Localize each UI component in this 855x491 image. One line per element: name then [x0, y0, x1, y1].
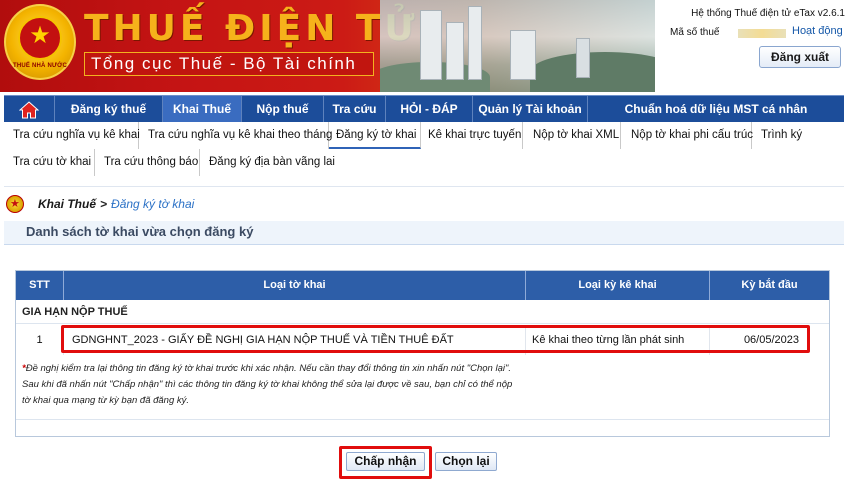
subnav-register-form[interactable]: Đăng ký tờ khai — [329, 122, 421, 149]
note-line-1: Đề nghị kiểm tra lại thông tin đăng ký t… — [25, 363, 511, 374]
tax-code-redacted — [738, 29, 786, 38]
selected-forms-table: STT Loại tờ khai Loại kỳ kê khai Kỳ bắt … — [15, 270, 830, 437]
nav-tax-registration[interactable]: Đăng ký thuế — [54, 96, 162, 123]
activity-link[interactable]: Hoạt động — [792, 25, 843, 37]
nav-lookup[interactable]: Tra cứu — [323, 96, 385, 123]
column-header-stt: STT — [16, 271, 64, 300]
tax-emblem-small-icon — [6, 195, 24, 213]
nav-tax-declaration[interactable]: Khai Thuế — [162, 96, 241, 123]
column-header-period-type: Loại kỳ kê khai — [526, 271, 710, 300]
column-header-start-period: Kỳ bắt đầu — [741, 279, 798, 291]
row-start-period: 06/05/2023 — [743, 334, 799, 346]
logout-button[interactable]: Đăng xuất — [759, 46, 841, 68]
emblem-text: THUẾ NHÀ NƯỚC — [12, 63, 68, 69]
subnav-register-location[interactable]: Đăng ký địa bàn vãng lai — [200, 149, 340, 176]
subnav-lookup-monthly[interactable]: Tra cứu nghĩa vụ kê khai theo tháng — [139, 122, 332, 149]
subnav-lookup-obligations[interactable]: Tra cứu nghĩa vụ kê khai — [4, 122, 140, 149]
system-name: Hệ thống Thuế điện tử eTax v2.6.1 — [691, 8, 845, 19]
column-header-form-type: Loại tờ khai — [64, 271, 526, 300]
tax-code-label: Mã số thuế — [670, 27, 720, 38]
accept-button[interactable]: Chấp nhận — [346, 452, 425, 471]
etax-page: ★ THUẾ NHÀ NƯỚC THUẾ ĐIỆN TỬ Tổng cục Th… — [0, 0, 855, 491]
row-form-type: GDNGHNT_2023 - GIẤY ĐỀ NGHỊ GIA HẠN NỘP … — [64, 325, 526, 355]
breadcrumb-separator: > — [100, 197, 108, 211]
home-icon[interactable] — [4, 96, 54, 123]
table-header: STT Loại tờ khai Loại kỳ kê khai Kỳ bắt … — [16, 271, 829, 300]
subnav-submit-xml[interactable]: Nộp tờ khai XML — [523, 122, 621, 149]
table-row[interactable]: 1 GDNGHNT_2023 - GIẤY ĐỀ NGHỊ GIA HẠN NỘ… — [16, 325, 829, 355]
breadcrumb-current[interactable]: Đăng ký tờ khai — [111, 197, 194, 211]
nav-account-management[interactable]: Quản lý Tài khoản — [472, 96, 587, 123]
subnav-online-declaration[interactable]: Kê khai trực tuyến — [421, 122, 523, 149]
section-title: Danh sách tờ khai vừa chọn đăng ký — [4, 221, 844, 245]
nav-faq[interactable]: HỎI - ĐÁP — [385, 96, 472, 123]
note-line-2: Sau khi đã nhấn nút "Chấp nhận" thì các … — [22, 379, 513, 390]
main-nav: Đăng ký thuế Khai Thuế Nộp thuế Tra cứu … — [4, 95, 844, 123]
nav-tax-payment[interactable]: Nộp thuế — [241, 96, 323, 123]
table-footer — [16, 419, 829, 436]
note-line-3: tờ khai qua mạng từ kỳ bạn đã đăng ký. — [22, 395, 190, 406]
subnav-submit-unstructured[interactable]: Nộp tờ khai phi cấu trúc — [621, 122, 753, 149]
header-banner: ★ THUẾ NHÀ NƯỚC THUẾ ĐIỆN TỬ Tổng cục Th… — [0, 0, 855, 92]
site-title: THUẾ ĐIỆN TỬ — [84, 8, 419, 49]
site-subtitle: Tổng cục Thuế - Bộ Tài chính — [84, 52, 374, 76]
subnav-lookup-notices[interactable]: Tra cứu thông báo — [95, 149, 200, 176]
nav-normalize-tin[interactable]: Chuẩn hoá dữ liệu MST cá nhân — [587, 96, 844, 123]
city-skyline-image — [380, 0, 660, 92]
row-stt: 1 — [16, 325, 64, 355]
tax-emblem-icon: ★ THUẾ NHÀ NƯỚC — [4, 4, 76, 80]
table-group-label: GIA HẠN NỘP THUẾ — [16, 300, 829, 324]
row-period-type: Kê khai theo từng lần phát sinh — [526, 325, 710, 355]
sub-nav: Tra cứu nghĩa vụ kê khai Tra cứu nghĩa v… — [4, 122, 844, 176]
breadcrumb: Khai Thuế > Đăng ký tờ khai — [6, 194, 194, 214]
subnav-sign[interactable]: Trình ký — [752, 122, 822, 149]
breadcrumb-parent[interactable]: Khai Thuế — [38, 197, 96, 211]
confirmation-note: *Đề nghị kiểm tra lại thông tin đăng ký … — [22, 361, 622, 409]
subnav-lookup-forms[interactable]: Tra cứu tờ khai — [4, 149, 95, 176]
reselect-button[interactable]: Chọn lại — [435, 452, 497, 471]
